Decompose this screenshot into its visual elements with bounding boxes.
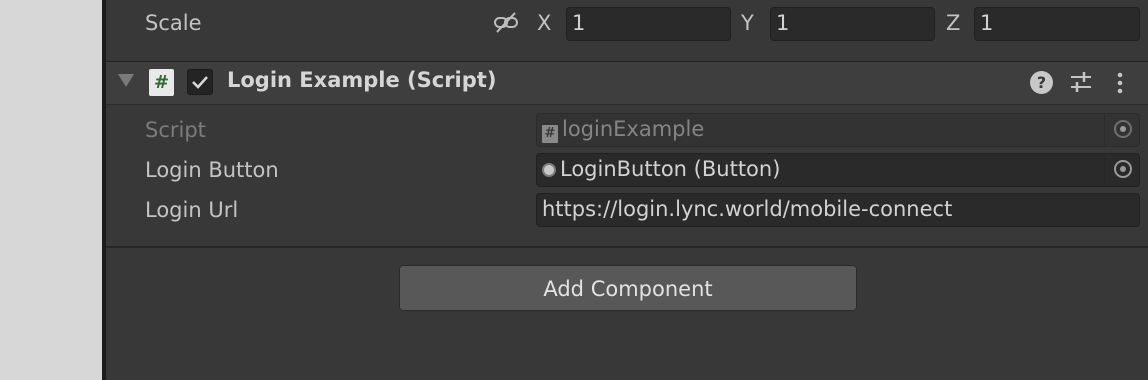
add-component-button[interactable]: Add Component — [399, 265, 857, 311]
left-gutter — [0, 0, 102, 380]
login-button-field[interactable]: LoginButton (Button) — [536, 153, 1140, 187]
scale-y-field[interactable]: 1 — [770, 7, 935, 41]
scale-x-label[interactable]: X — [537, 11, 551, 35]
script-icon: # — [149, 69, 174, 96]
scale-z-field[interactable]: 1 — [974, 7, 1140, 41]
help-icon[interactable]: ? — [1030, 71, 1053, 94]
object-picker-icon — [1114, 120, 1132, 138]
inspector-panel — [106, 0, 1148, 380]
scale-label[interactable]: Scale — [145, 11, 202, 35]
script-picker-button — [1104, 113, 1140, 147]
object-picker-icon — [1114, 160, 1132, 178]
login-url-label[interactable]: Login Url — [145, 198, 238, 222]
login-url-field[interactable]: https://login.lync.world/mobile-connect — [536, 193, 1140, 227]
scale-y-label[interactable]: Y — [741, 11, 754, 35]
component-separator — [106, 246, 1148, 248]
login-button-label[interactable]: Login Button — [145, 158, 279, 182]
component-enabled-checkbox[interactable] — [187, 69, 213, 95]
gameobject-dot-icon — [542, 163, 556, 177]
presets-icon[interactable] — [1069, 70, 1093, 94]
script-label: Script — [145, 118, 206, 142]
login-button-value: LoginButton (Button) — [560, 157, 781, 181]
scale-x-field[interactable]: 1 — [566, 7, 731, 41]
login-button-picker-button[interactable] — [1104, 153, 1140, 187]
foldout-arrow-icon[interactable] — [118, 74, 134, 87]
checkmark-icon — [192, 76, 208, 89]
more-options-icon[interactable] — [1114, 70, 1126, 96]
component-title[interactable]: Login Example (Script) — [227, 68, 496, 92]
scale-z-label[interactable]: Z — [946, 11, 960, 35]
script-file-icon: # — [542, 125, 558, 143]
script-field-value: loginExample — [562, 117, 705, 141]
constrain-proportions-icon[interactable] — [493, 10, 519, 36]
script-field: # loginExample — [536, 113, 1140, 147]
